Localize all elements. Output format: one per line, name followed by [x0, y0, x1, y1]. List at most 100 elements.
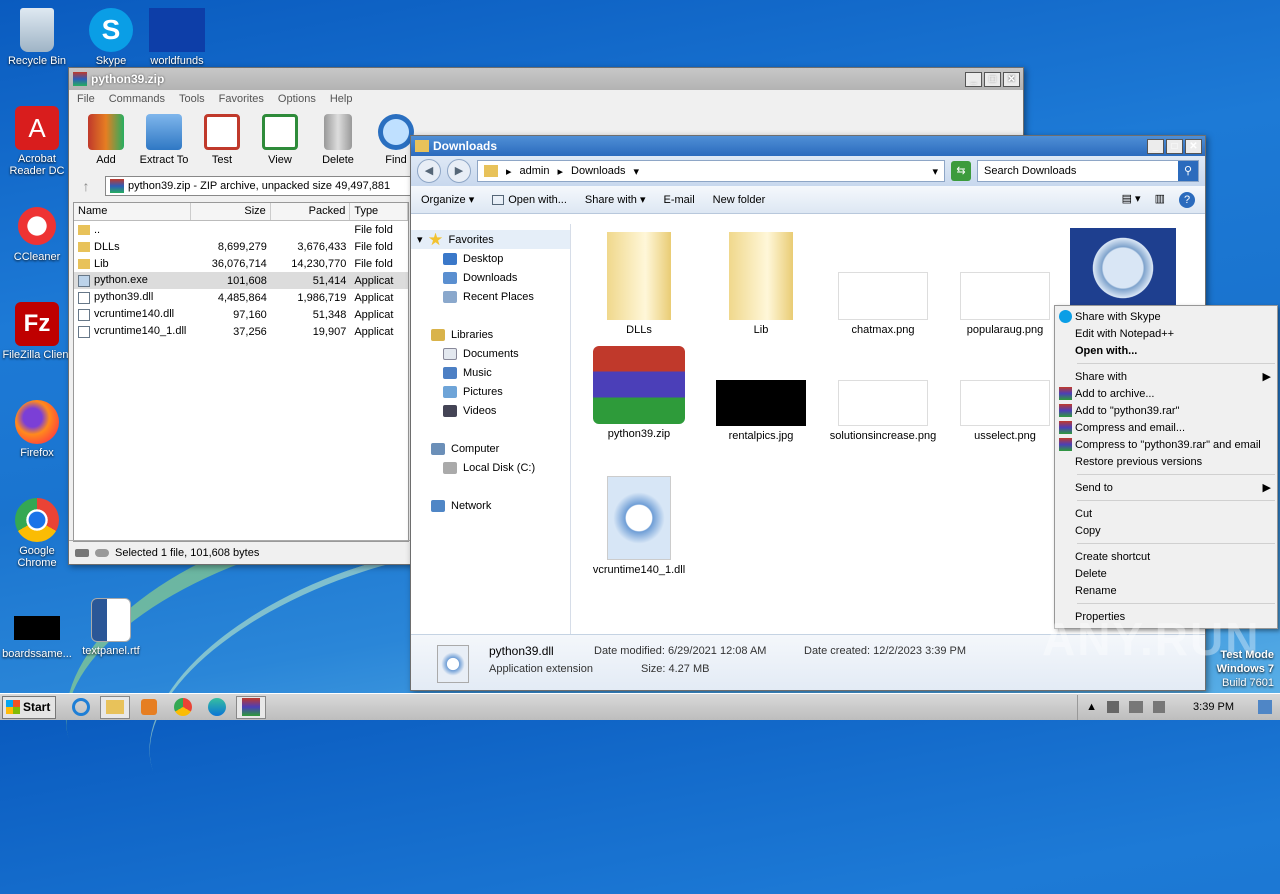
- column-packed[interactable]: Packed: [271, 203, 351, 220]
- desktop-icon-skype[interactable]: S Skype: [74, 8, 148, 67]
- chevron-down-icon[interactable]: ▾: [633, 165, 639, 178]
- file-item-lib[interactable]: Lib: [705, 232, 817, 337]
- desktop-icon-firefox[interactable]: Firefox: [0, 400, 74, 459]
- table-row[interactable]: vcruntime140_1.dll 37,256 19,907 Applicat: [74, 323, 408, 340]
- show-desktop-icon[interactable]: [1258, 700, 1272, 714]
- menu-tools[interactable]: Tools: [179, 93, 205, 105]
- view-options-icon[interactable]: ▤ ▾: [1122, 192, 1141, 208]
- clock-time[interactable]: 3:39 PM: [1193, 701, 1234, 713]
- taskbar-winrar[interactable]: [236, 695, 266, 719]
- file-item-vcruntime140-1[interactable]: vcruntime140_1.dll: [583, 476, 695, 577]
- search-icon[interactable]: ⚲: [1178, 161, 1198, 181]
- breadcrumb-downloads[interactable]: Downloads: [571, 165, 625, 177]
- file-item-popularaug[interactable]: popularaug.png: [949, 232, 1061, 337]
- nav-videos[interactable]: Videos: [411, 401, 570, 420]
- open-with-button[interactable]: Open with...: [492, 194, 567, 206]
- action-center-flag-icon[interactable]: [1107, 701, 1120, 713]
- menu-item-edit-notepad[interactable]: Edit with Notepad++: [1055, 325, 1277, 342]
- close-button[interactable]: ✕: [1185, 138, 1202, 154]
- menu-favorites[interactable]: Favorites: [219, 93, 264, 105]
- desktop-icon-worldfunds[interactable]: worldfunds: [140, 8, 214, 67]
- minimize-button[interactable]: _: [1147, 138, 1164, 154]
- explorer-titlebar[interactable]: Downloads _ □ ✕: [411, 136, 1205, 156]
- menu-item-compress-email[interactable]: Compress and email...: [1055, 419, 1277, 436]
- organize-button[interactable]: Organize ▾: [421, 193, 474, 206]
- email-button[interactable]: E-mail: [663, 194, 694, 206]
- file-item-dlls[interactable]: DLLs: [583, 232, 695, 337]
- network-icon[interactable]: [1129, 701, 1144, 713]
- desktop-icon-textpanel[interactable]: textpanel.rtf: [74, 598, 148, 657]
- menu-item-copy[interactable]: Copy: [1055, 522, 1277, 539]
- file-item-python39-zip[interactable]: python39.zip: [583, 346, 695, 441]
- help-icon[interactable]: ?: [1179, 191, 1195, 208]
- taskbar-edge[interactable]: [202, 696, 232, 719]
- desktop-icon-boardssame[interactable]: boardssame...: [0, 606, 74, 660]
- up-arrow-icon[interactable]: ↑: [73, 178, 99, 194]
- nav-computer[interactable]: Computer: [411, 439, 570, 458]
- table-row[interactable]: python39.dll 4,485,864 1,986,719 Applicat: [74, 289, 408, 306]
- menu-help[interactable]: Help: [330, 93, 353, 105]
- desktop-icon-filezilla[interactable]: Fz FileZilla Client: [0, 302, 74, 361]
- desktop-icon-chrome[interactable]: Google Chrome: [0, 498, 74, 569]
- taskbar-media-player[interactable]: [134, 696, 164, 719]
- menu-options[interactable]: Options: [278, 93, 316, 105]
- nav-network[interactable]: Network: [411, 496, 570, 515]
- delete-button[interactable]: Delete: [309, 112, 367, 170]
- search-input[interactable]: Search Downloads ⚲: [977, 160, 1199, 182]
- forward-button[interactable]: ▶: [447, 159, 471, 183]
- maximize-button[interactable]: □: [1166, 138, 1183, 154]
- nav-pictures[interactable]: Pictures: [411, 382, 570, 401]
- nav-recent-places[interactable]: Recent Places: [411, 287, 570, 306]
- share-with-button[interactable]: Share with ▾: [585, 193, 646, 206]
- desktop-icon-recycle-bin[interactable]: Recycle Bin: [0, 8, 74, 67]
- menu-item-share-with[interactable]: Share with ▶: [1055, 368, 1277, 385]
- table-row[interactable]: vcruntime140.dll 97,160 51,348 Applicat: [74, 306, 408, 323]
- nav-downloads[interactable]: Downloads: [411, 268, 570, 287]
- extract-to-button[interactable]: Extract To: [135, 112, 193, 170]
- breadcrumb-admin[interactable]: admin: [520, 165, 550, 177]
- table-row[interactable]: DLLs 8,699,279 3,676,433 File fold: [74, 238, 408, 255]
- add-button[interactable]: Add: [77, 112, 135, 170]
- file-item-chatmax[interactable]: chatmax.png: [827, 232, 939, 337]
- menu-commands[interactable]: Commands: [109, 93, 165, 105]
- nav-desktop[interactable]: Desktop: [411, 249, 570, 268]
- column-size[interactable]: Size: [191, 203, 271, 220]
- column-type[interactable]: Type: [350, 203, 408, 220]
- show-hidden-icons-icon[interactable]: ▲: [1086, 701, 1097, 713]
- nav-favorites[interactable]: ▾ Favorites: [411, 230, 570, 249]
- close-button[interactable]: ✕: [1003, 71, 1020, 87]
- menu-item-rename[interactable]: Rename: [1055, 582, 1277, 599]
- column-name[interactable]: Name: [74, 203, 192, 220]
- menu-item-send-to[interactable]: Send to ▶: [1055, 479, 1277, 496]
- file-item-selected-dll[interactable]: [1067, 228, 1179, 312]
- test-button[interactable]: Test: [193, 112, 251, 170]
- menu-item-share-with-skype[interactable]: Share with Skype: [1055, 308, 1277, 325]
- menu-item-delete[interactable]: Delete: [1055, 565, 1277, 582]
- menu-item-cut[interactable]: Cut: [1055, 505, 1277, 522]
- view-button[interactable]: View: [251, 112, 309, 170]
- menu-item-add-to-rar[interactable]: Add to "python39.rar": [1055, 402, 1277, 419]
- menu-item-open-with[interactable]: Open with...: [1055, 342, 1277, 359]
- file-item-rentalpics[interactable]: rentalpics.jpg: [705, 346, 817, 443]
- file-item-solutionsincrease[interactable]: solutionsincrease.png: [827, 346, 939, 443]
- nav-documents[interactable]: Documents: [411, 344, 570, 363]
- menu-item-add-to-archive[interactable]: Add to archive...: [1055, 385, 1277, 402]
- desktop-icon-acrobat[interactable]: A Acrobat Reader DC: [0, 106, 74, 177]
- maximize-button[interactable]: □: [984, 71, 1001, 87]
- minimize-button[interactable]: _: [965, 71, 982, 87]
- table-row[interactable]: Lib 36,076,714 14,230,770 File fold: [74, 255, 408, 272]
- new-folder-button[interactable]: New folder: [713, 194, 766, 206]
- file-item-usselect[interactable]: usselect.png: [949, 346, 1061, 443]
- nav-local-disk[interactable]: Local Disk (C:): [411, 458, 570, 477]
- nav-libraries[interactable]: Libraries: [411, 325, 570, 344]
- table-row[interactable]: python.exe 101,608 51,414 Applicat: [74, 272, 408, 289]
- taskbar-explorer[interactable]: [100, 695, 130, 719]
- breadcrumb[interactable]: ▸ admin ▸ Downloads ▾ ▾: [477, 160, 945, 182]
- refresh-button[interactable]: ⇆: [951, 161, 971, 181]
- nav-music[interactable]: Music: [411, 363, 570, 382]
- dropdown-arrow-icon[interactable]: ▾: [932, 165, 938, 178]
- preview-pane-icon[interactable]: ▥: [1155, 192, 1165, 208]
- table-row[interactable]: .. File fold: [74, 221, 408, 238]
- taskbar-chrome[interactable]: [168, 696, 198, 719]
- desktop-icon-ccleaner[interactable]: CCleaner: [0, 204, 74, 263]
